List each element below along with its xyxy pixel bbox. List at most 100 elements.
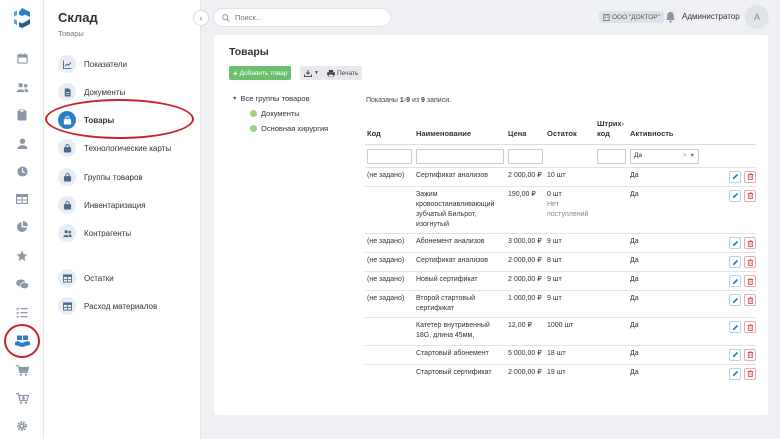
cell-name-value: Абонемент анализов [416,238,485,246]
print-button[interactable]: Печать [323,66,363,80]
avatar[interactable]: А [745,5,769,29]
user-name[interactable]: Администратор [682,12,740,21]
users-icon[interactable] [12,77,32,97]
column-header-stock[interactable]: Остаток [545,110,595,145]
person-icon[interactable] [12,133,32,153]
sidebar-item-stock-balance[interactable]: Остатки [58,268,114,288]
chat-icon[interactable] [12,274,32,294]
filter-price-input[interactable] [508,148,543,164]
bell-icon[interactable] [665,11,676,23]
cell-stock-value: 8 шт [547,257,562,265]
cell-active-value: Да [630,349,639,357]
organization-badge[interactable]: ООО "ДОКТОР" [599,11,664,23]
cell-barcode [595,363,628,383]
cell-name-value: Зажим кровоостанавливающий зубчатый Биль… [416,190,495,228]
search-input[interactable] [235,13,375,22]
app-logo-icon[interactable] [10,6,34,30]
cell-stock-value: 19 шт [547,368,566,376]
cell-name-value: Катетер внутривенный 18G, длина 45мм, [416,322,490,340]
cell-code [365,317,414,346]
sidebar-item-contractors[interactable]: Контрагенты [58,223,131,243]
cell-stock: 18 шт [545,344,595,365]
clear-icon[interactable]: × [683,152,687,159]
cell-stock-value: 1000 шт [547,322,574,330]
cell-active: Да [628,252,701,272]
clock-icon[interactable] [12,161,32,181]
tree-root[interactable]: ▼ Все группы товаров [232,94,310,103]
collapse-sidebar-button[interactable]: ‹ [193,10,209,26]
section-subtitle: Товары [58,29,84,38]
cell-stock-value: 9 шт [547,238,562,246]
search-icon [222,13,230,22]
table-row: Катетер внутривенный 18G, длина 45мм, 12,… [365,317,756,346]
cell-name: Зажим кровоостанавливающий зубчатый Биль… [414,185,506,234]
filter-name-input[interactable] [416,148,504,164]
delete-button[interactable] [744,275,756,288]
filter-barcode-input[interactable] [597,148,626,164]
edit-button[interactable] [729,170,741,183]
delete-button[interactable] [744,256,756,269]
edit-button[interactable] [729,275,741,288]
filter-activity-select[interactable]: Да × ▼ [630,148,699,164]
delete-button[interactable] [744,170,756,183]
table-row: (не задано) Абонемент анализов 3 000,00 ₽ 9… [365,233,756,253]
delete-button[interactable] [744,321,756,334]
sidebar-item-product-groups[interactable]: Группы товаров [58,167,143,187]
tree-node[interactable]: Документы [250,109,300,118]
delete-button[interactable] [744,367,756,380]
top-bar: ООО "ДОКТОР" Администратор А [201,0,780,34]
table-icon[interactable] [12,189,32,209]
edit-button[interactable] [729,256,741,269]
calendar-icon[interactable] [12,48,32,68]
clipboard-icon[interactable] [12,105,32,125]
star-icon[interactable] [12,246,32,266]
tree-node-label: Документы [261,109,300,118]
sidebar-item-label: Показатели [84,59,128,69]
delete-button[interactable] [744,189,756,202]
add-product-label: Добавить товар [239,69,288,77]
sidebar-item-inventory[interactable]: Инвентаризация [58,195,146,215]
search-box[interactable] [213,8,391,27]
column-header-activity[interactable]: Активность [628,110,701,145]
column-header-barcode[interactable]: Штрих-код [595,110,628,145]
list-check-icon[interactable] [12,302,32,322]
cell-active: Да [628,363,701,383]
cell-price: 190,00 ₽ [506,185,545,234]
cell-name: Новый сертификат [414,271,506,291]
sidebar-item-material-usage[interactable]: Расход материалов [58,296,157,316]
edit-button[interactable] [729,294,741,307]
cell-stock-value: 18 шт [547,349,566,357]
column-header-price[interactable]: Цена [506,110,545,145]
cell-active: Да [628,271,701,291]
pencil-icon [732,324,738,330]
cell-code [365,344,414,365]
folder-dot-icon [250,125,257,132]
sidebar-item-label: Документы [84,87,126,97]
column-header-code[interactable]: Код [365,110,414,145]
cell-name: Сертификат анализов [414,166,506,186]
filter-row: Да × ▼ [365,144,756,167]
edit-button[interactable] [729,367,741,380]
cell-actions [701,317,756,346]
column-header-name[interactable]: Наименование [414,110,506,145]
cell-price: 1 000,00 ₽ [506,290,545,318]
edit-button[interactable] [729,321,741,334]
cell-name-value: Второй стартовый сертификат [416,295,476,313]
edit-button[interactable] [729,189,741,202]
gear-icon[interactable] [12,416,32,436]
cart-icon[interactable] [12,360,32,380]
delete-button[interactable] [744,294,756,307]
chevron-left-icon: ‹ [199,13,203,23]
filter-code-input[interactable] [367,148,412,164]
delete-button[interactable] [744,348,756,361]
delete-button[interactable] [744,237,756,250]
pie-chart-icon[interactable] [12,217,32,237]
sidebar-item-indicators[interactable]: Показатели [58,54,127,74]
cart-arrow-icon[interactable] [12,388,32,408]
edit-button[interactable] [729,237,741,250]
sidebar-item-tech-cards[interactable]: Технологические карты [58,138,171,158]
add-product-button[interactable]: + Добавить товар [229,66,292,80]
edit-button[interactable] [729,348,741,361]
export-button[interactable]: ▼ [300,66,323,80]
tree-node[interactable]: Основная хирургия [250,124,328,133]
